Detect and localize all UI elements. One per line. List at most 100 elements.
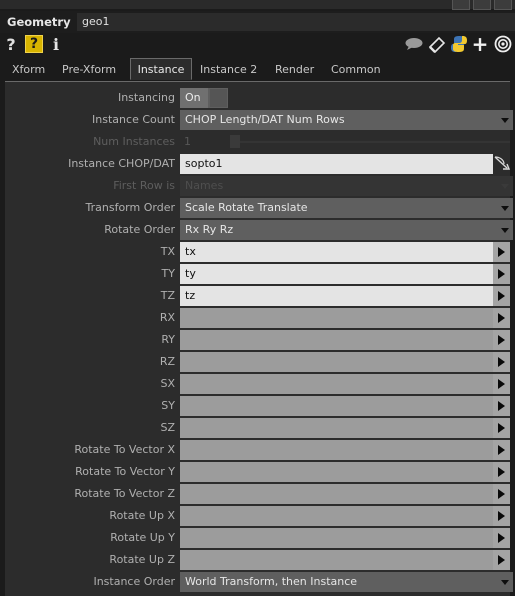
param-label: TZ bbox=[160, 289, 175, 302]
rotate-to-vector-z-expand-button[interactable] bbox=[493, 484, 510, 504]
rz-expand-button[interactable] bbox=[493, 352, 510, 372]
param-label: Transform Order bbox=[85, 201, 175, 214]
play-arrow-icon bbox=[498, 247, 505, 257]
top-strip bbox=[0, 0, 515, 10]
sy-field[interactable] bbox=[180, 396, 493, 416]
rotate-up-z-field[interactable] bbox=[180, 550, 493, 570]
rz-field[interactable] bbox=[180, 352, 493, 372]
param-label: TY bbox=[161, 267, 175, 280]
sx-field[interactable] bbox=[180, 374, 493, 394]
tab-common[interactable]: Common bbox=[331, 59, 381, 81]
param-rotate-up-y: Rotate Up Y bbox=[5, 528, 510, 548]
sx-expand-button[interactable] bbox=[493, 374, 510, 394]
rotate-to-vector-y-expand-button[interactable] bbox=[493, 462, 510, 482]
ry-expand-button[interactable] bbox=[493, 330, 510, 350]
param-rotate-to-vector-z: Rotate To Vector Z bbox=[5, 484, 510, 504]
rotate-up-y-expand-button[interactable] bbox=[493, 528, 510, 548]
param-instance-count: Instance Count CHOP Length/DAT Num Rows bbox=[5, 110, 513, 130]
param-instance-order: Instance Order World Transform, then Ins… bbox=[5, 572, 513, 592]
tab-pre-xform[interactable]: Pre-Xform bbox=[62, 59, 116, 81]
operator-name-field[interactable]: geo1 bbox=[77, 13, 515, 31]
node-link-arrow-icon[interactable] bbox=[494, 155, 511, 173]
pane-split-button[interactable] bbox=[452, 0, 470, 10]
ty-expand-button[interactable] bbox=[493, 264, 510, 284]
transform-order-menu[interactable]: Scale Rotate Translate bbox=[180, 198, 513, 218]
help-icon[interactable]: ? bbox=[4, 35, 18, 54]
chevron-down-icon bbox=[501, 580, 509, 585]
slider-value: 1 bbox=[184, 135, 191, 148]
tx-field[interactable]: tx bbox=[180, 242, 493, 262]
parameter-panel: Instancing On Instance Count CHOP Length… bbox=[5, 82, 513, 596]
rotate-to-vector-z-field[interactable] bbox=[180, 484, 493, 504]
pane-menu-button[interactable] bbox=[473, 0, 491, 10]
parameter-header: Geometry geo1 bbox=[0, 11, 515, 33]
rotate-up-x-expand-button[interactable] bbox=[493, 506, 510, 526]
comment-icon[interactable] bbox=[404, 35, 424, 53]
instance-chop-field[interactable]: sopto1 bbox=[180, 154, 493, 174]
menu-value: CHOP Length/DAT Num Rows bbox=[185, 113, 345, 126]
sz-field[interactable] bbox=[180, 418, 493, 438]
rotate-order-menu[interactable]: Rx Ry Rz bbox=[180, 220, 513, 240]
param-label: SY bbox=[161, 399, 175, 412]
tab-instance-2[interactable]: Instance 2 bbox=[200, 59, 257, 81]
rotate-up-y-field[interactable] bbox=[180, 528, 493, 548]
param-instance-chop: Instance CHOP/DAT sopto1 bbox=[5, 154, 511, 174]
menu-value: Names bbox=[185, 179, 224, 192]
instancing-toggle[interactable]: On bbox=[180, 88, 228, 108]
sz-expand-button[interactable] bbox=[493, 418, 510, 438]
param-rotate-order: Rotate Order Rx Ry Rz bbox=[5, 220, 513, 240]
play-arrow-icon bbox=[498, 533, 505, 543]
param-instancing: Instancing On bbox=[5, 88, 510, 108]
rotate-to-vector-x-expand-button[interactable] bbox=[493, 440, 510, 460]
ty-field[interactable]: ty bbox=[180, 264, 493, 284]
play-arrow-icon bbox=[498, 401, 505, 411]
operator-type: Geometry bbox=[7, 15, 71, 29]
param-label: Instance Order bbox=[93, 575, 175, 588]
menu-value: Rx Ry Rz bbox=[185, 223, 234, 236]
instance-count-menu[interactable]: CHOP Length/DAT Num Rows bbox=[180, 110, 513, 130]
play-arrow-icon bbox=[498, 335, 505, 345]
param-label: Rotate Order bbox=[104, 223, 175, 236]
rotate-up-z-expand-button[interactable] bbox=[493, 550, 510, 570]
tz-field[interactable]: tz bbox=[180, 286, 493, 306]
add-icon[interactable]: + bbox=[472, 32, 489, 56]
tz-expand-button[interactable] bbox=[493, 286, 510, 306]
rotate-up-x-field[interactable] bbox=[180, 506, 493, 526]
parameter-tabs: Xform Pre-Xform Instance Instance 2 Rend… bbox=[5, 58, 510, 82]
rotate-to-vector-x-field[interactable] bbox=[180, 440, 493, 460]
param-ry: RY bbox=[5, 330, 510, 350]
slider-track bbox=[238, 141, 510, 143]
param-label: First Row is bbox=[113, 179, 175, 192]
rx-expand-button[interactable] bbox=[493, 308, 510, 328]
play-arrow-icon bbox=[498, 511, 505, 521]
param-rx: RX bbox=[5, 308, 510, 328]
param-label: Rotate Up Z bbox=[109, 553, 175, 566]
chevron-down-icon bbox=[501, 184, 509, 189]
param-rotate-up-z: Rotate Up Z bbox=[5, 550, 510, 570]
param-label: Rotate Up X bbox=[109, 509, 175, 522]
param-label: Rotate Up Y bbox=[110, 531, 175, 544]
tab-xform[interactable]: Xform bbox=[12, 59, 45, 81]
rx-field[interactable] bbox=[180, 308, 493, 328]
tab-instance[interactable]: Instance bbox=[130, 58, 192, 80]
slider-handle bbox=[230, 135, 240, 148]
play-arrow-icon bbox=[498, 269, 505, 279]
target-icon[interactable] bbox=[494, 35, 512, 53]
sy-expand-button[interactable] bbox=[493, 396, 510, 416]
rotate-to-vector-y-field[interactable] bbox=[180, 462, 493, 482]
param-label: SZ bbox=[160, 421, 175, 434]
pane-close-button[interactable] bbox=[494, 0, 512, 10]
param-tz: TZ tz bbox=[5, 286, 510, 306]
clone-icon[interactable] bbox=[427, 35, 447, 53]
play-arrow-icon bbox=[498, 555, 505, 565]
instance-order-menu[interactable]: World Transform, then Instance bbox=[180, 572, 513, 592]
tx-expand-button[interactable] bbox=[493, 242, 510, 262]
info-icon[interactable]: i bbox=[50, 35, 62, 54]
python-icon[interactable] bbox=[449, 35, 469, 53]
param-label: RZ bbox=[159, 355, 175, 368]
tab-render[interactable]: Render bbox=[275, 59, 314, 81]
play-arrow-icon bbox=[498, 379, 505, 389]
ry-field[interactable] bbox=[180, 330, 493, 350]
operator-help-icon[interactable]: ? bbox=[25, 35, 43, 53]
param-label: Num Instances bbox=[93, 135, 175, 148]
